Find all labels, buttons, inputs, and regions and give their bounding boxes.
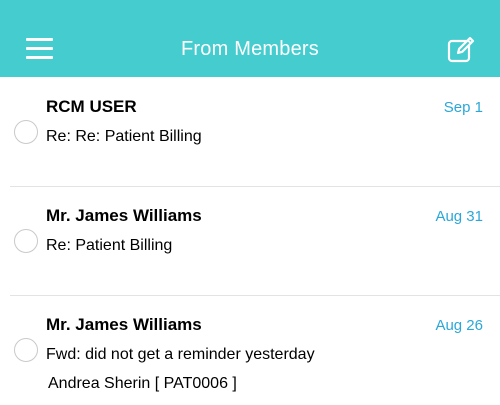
message-sender: Mr. James Williams	[46, 315, 202, 334]
message-item[interactable]: Mr. James Williams Aug 31 Re: Patient Bi…	[0, 187, 500, 296]
message-date: Sep 1	[443, 99, 483, 116]
message-subject: Re: Re: Patient Billing	[46, 128, 202, 145]
message-preview: Andrea Sherin [ PAT0006 ]	[48, 375, 237, 392]
select-radio[interactable]	[14, 338, 38, 362]
app-header: From Members	[0, 0, 500, 77]
message-subject: Re: Patient Billing	[46, 237, 173, 254]
message-item[interactable]: RCM USER Sep 1 Re: Re: Patient Billing	[0, 77, 500, 186]
message-subject: Fwd: did not get a reminder yesterday	[46, 346, 315, 363]
message-sender: Mr. James Williams	[46, 206, 202, 225]
select-radio[interactable]	[14, 120, 38, 144]
message-sender: RCM USER	[46, 97, 137, 116]
message-item[interactable]: Mr. James Williams Aug 26 Fwd: did not g…	[0, 296, 500, 405]
message-date: Aug 31	[435, 208, 483, 225]
message-date: Aug 26	[435, 317, 483, 334]
compose-icon[interactable]	[446, 35, 476, 65]
select-radio[interactable]	[14, 229, 38, 253]
page-title: From Members	[181, 38, 319, 60]
